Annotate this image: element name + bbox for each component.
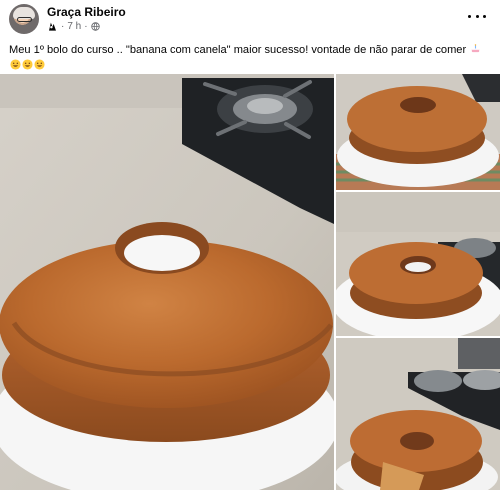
globe-icon (90, 22, 100, 31)
birthday-cake-emoji (472, 44, 480, 53)
more-options-button[interactable] (468, 9, 486, 23)
photo-side-3[interactable] (336, 338, 500, 490)
photo-side-2[interactable] (336, 192, 500, 336)
author-name[interactable]: Graça Ribeiro (47, 5, 126, 19)
post-message: Meu 1º bolo do curso .. "banana com cane… (9, 44, 467, 56)
group-icon (49, 22, 56, 31)
avatar[interactable] (9, 4, 39, 34)
meta-separator-1: · (61, 21, 65, 32)
grinning-face-emoji (34, 59, 45, 70)
avatar-glasses (17, 17, 32, 22)
meta-separator-2: · (84, 21, 88, 32)
cake-photo-side-3 (336, 338, 500, 490)
photo-side-1[interactable] (336, 74, 500, 190)
grinning-face-emoji (10, 59, 21, 70)
cake-photo-side-1 (336, 74, 500, 190)
post-header: Graça Ribeiro · 7 h · (0, 0, 500, 38)
grinning-face-emoji (22, 59, 33, 70)
cake-photo-side-2 (336, 192, 500, 336)
post-meta: · 7 h · (47, 21, 100, 32)
photo-main[interactable] (0, 74, 334, 490)
cake-photo-main (0, 74, 334, 490)
more-options-dot-3 (483, 14, 486, 18)
post-text: Meu 1º bolo do curso .. "banana com cane… (9, 42, 493, 74)
more-options-dot-2 (475, 14, 479, 18)
photo-grid (0, 74, 500, 490)
post-time[interactable]: 7 h (67, 21, 81, 32)
more-options-dot-1 (468, 14, 471, 18)
